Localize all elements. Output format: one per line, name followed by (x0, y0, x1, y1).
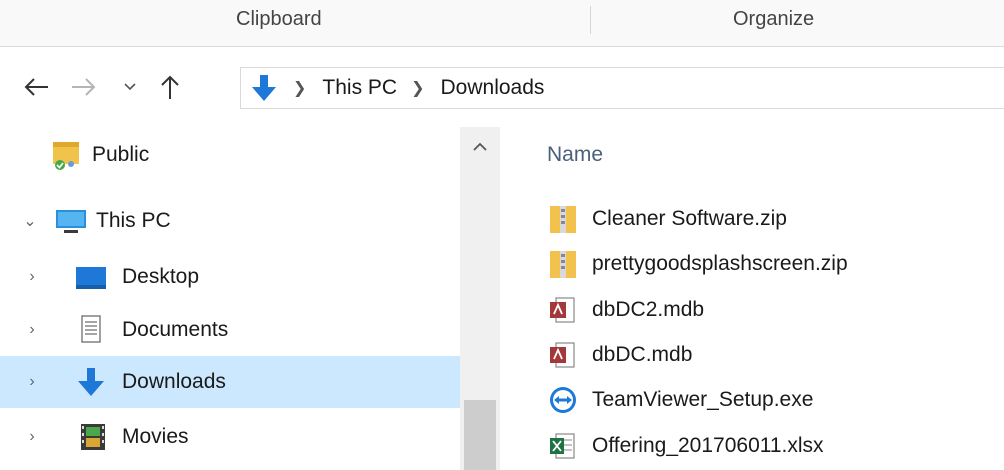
chevron-right-icon[interactable]: › (22, 268, 42, 286)
file-row[interactable]: Offering_201706011.xlsx (500, 424, 1004, 468)
file-name: TeamViewer_Setup.exe (592, 388, 814, 411)
file-name: dbDC2.mdb (592, 298, 705, 321)
navigation-bar: ❯ This PC ❯ Downloads (0, 47, 1004, 127)
documents-icon (81, 315, 101, 343)
chevron-right-icon[interactable]: › (22, 428, 42, 446)
forward-arrow-icon (72, 78, 96, 96)
file-row[interactable]: prettygoodsplashscreen.zip (500, 242, 1004, 286)
file-row[interactable]: Cleaner Software.zip (500, 197, 1004, 241)
up-arrow-icon (161, 75, 179, 99)
file-name: Offering_201706011.xlsx (592, 434, 824, 457)
file-row[interactable]: dbDC2.mdb (500, 288, 1004, 332)
downloads-arrow-icon (252, 75, 276, 101)
tree-item-label: Public (92, 143, 150, 166)
tree-item-this-pc[interactable]: ⌄ This PC (0, 195, 460, 247)
excel-file-icon (550, 433, 575, 459)
tree-item-label: Movies (122, 425, 189, 448)
breadcrumb-separator-icon: ❯ (293, 80, 307, 97)
back-arrow-icon (24, 78, 48, 96)
file-list: Name Cleaner Software.zip prettygoodspla… (500, 127, 1004, 470)
file-row[interactable]: dbDC.mdb (500, 333, 1004, 377)
teamviewer-icon (550, 387, 576, 413)
downloads-icon (78, 368, 104, 396)
file-row[interactable]: TeamViewer_Setup.exe (500, 378, 1004, 422)
forward-button[interactable] (66, 67, 102, 107)
breadcrumb-this-pc[interactable]: This PC (322, 76, 397, 100)
up-button[interactable] (152, 67, 188, 107)
address-bar[interactable]: ❯ This PC ❯ Downloads (240, 67, 1004, 109)
this-pc-icon (56, 210, 86, 233)
scrollbar-thumb[interactable] (464, 400, 496, 470)
movies-icon (81, 424, 105, 450)
ribbon-separator (590, 6, 591, 34)
recent-locations-button[interactable] (118, 67, 142, 107)
file-name: Cleaner Software.zip (592, 207, 787, 230)
tree-item-label: Downloads (122, 370, 226, 393)
zip-folder-icon (550, 251, 576, 278)
column-header-name[interactable]: Name (547, 143, 603, 167)
breadcrumb-separator-icon: ❯ (411, 80, 425, 97)
file-name: dbDC.mdb (592, 343, 693, 366)
scroll-up-button[interactable] (460, 127, 500, 167)
tree-item-movies[interactable]: › Movies (0, 411, 460, 463)
public-folder-icon (53, 142, 79, 170)
access-db-icon (550, 342, 575, 368)
tree-item-desktop[interactable]: › Desktop (0, 251, 460, 303)
ribbon-group-organize-label: Organize (733, 8, 815, 30)
navigation-pane-scrollbar[interactable] (460, 127, 500, 470)
chevron-right-icon[interactable]: › (22, 373, 42, 391)
chevron-down-icon[interactable]: ⌄ (20, 211, 40, 231)
desktop-icon (76, 267, 106, 289)
chevron-up-icon (473, 142, 487, 151)
tree-item-label: Documents (122, 318, 229, 341)
tree-item-public[interactable]: Public (0, 129, 460, 181)
navigation-pane: Public ⌄ This PC › Desktop › Documents › (0, 127, 460, 470)
access-db-icon (550, 297, 575, 323)
tree-item-label: Desktop (122, 265, 200, 288)
tree-item-label: This PC (96, 209, 171, 232)
chevron-right-icon[interactable]: › (22, 321, 42, 339)
chevron-down-icon (124, 83, 136, 91)
file-name: prettygoodsplashscreen.zip (592, 252, 848, 275)
tree-item-documents[interactable]: › Documents (0, 304, 460, 356)
breadcrumb-downloads[interactable]: Downloads (441, 76, 545, 100)
ribbon: Clipboard Organize (0, 0, 1004, 47)
zip-folder-icon (550, 206, 576, 233)
back-button[interactable] (18, 67, 54, 107)
ribbon-group-clipboard-label: Clipboard (236, 8, 322, 30)
tree-item-downloads[interactable]: › Downloads (0, 356, 460, 408)
